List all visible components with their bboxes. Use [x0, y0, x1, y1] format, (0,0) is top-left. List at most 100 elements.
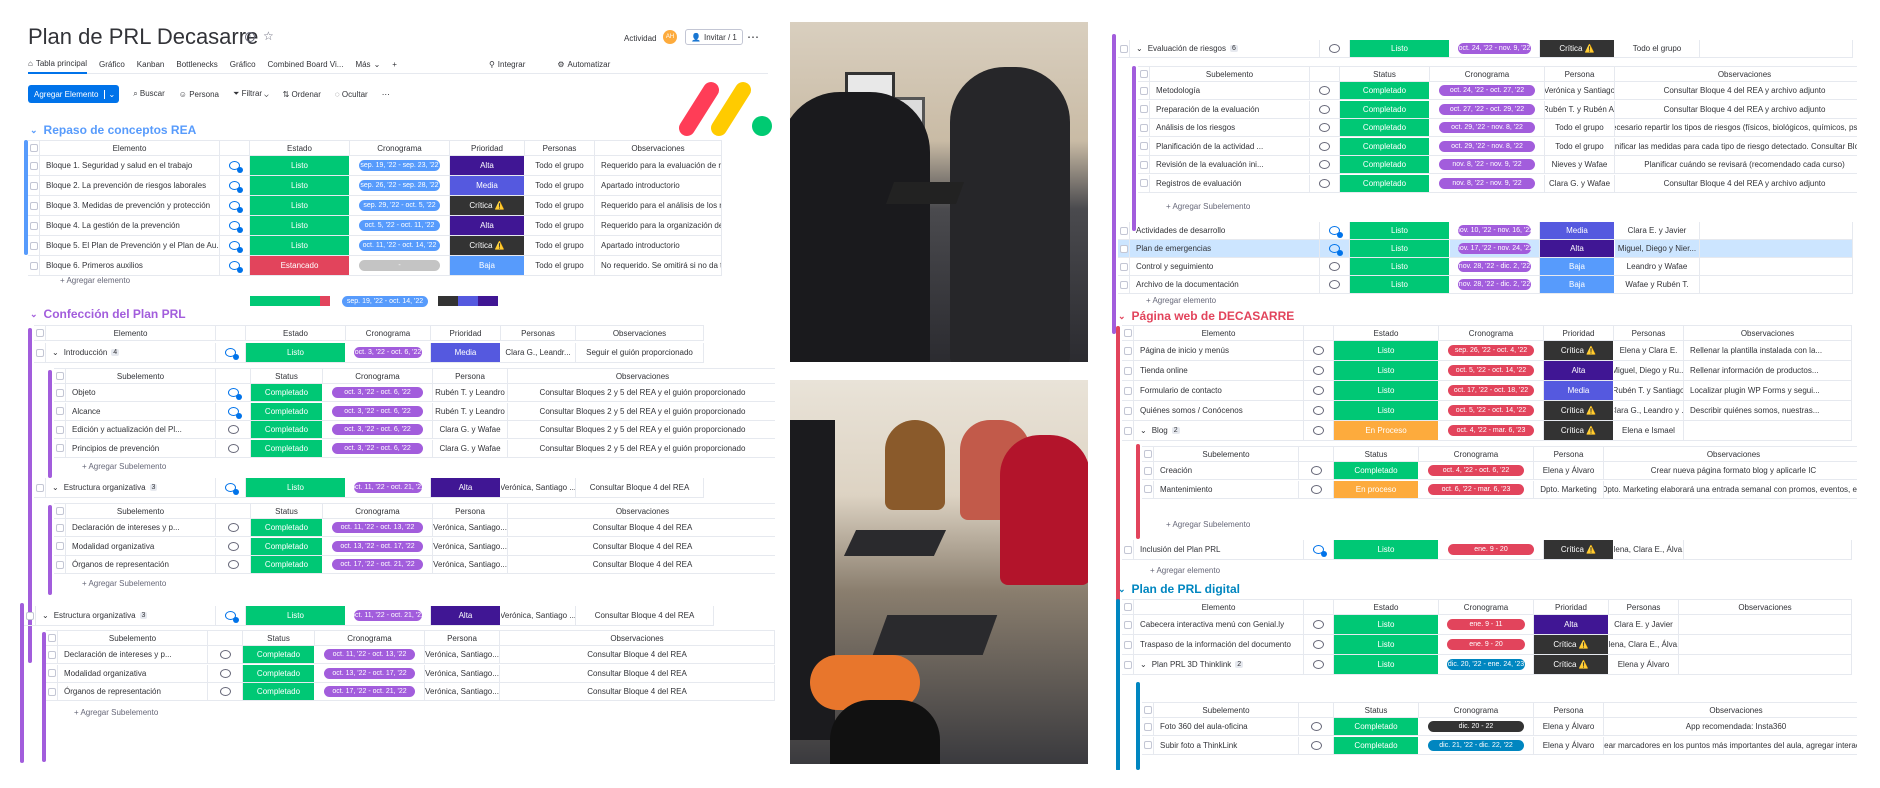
group-header-repaso[interactable]: ⌄ Repaso de conceptos REA [30, 123, 196, 137]
people-cell[interactable]: Todo el grupo [525, 256, 595, 275]
timeline-cell[interactable]: oct. 17, '22 - oct. 18, '22 [1439, 381, 1544, 400]
table-row[interactable]: Página de inicio y menús Listo sep. 26, '2… [1122, 341, 1852, 361]
timeline-cell[interactable]: dic. 20 - 22 [1419, 718, 1534, 735]
row-checkbox[interactable] [34, 343, 46, 362]
group-header-web[interactable]: ⌄ Página web de DECASARRE [1118, 309, 1294, 323]
people-cell[interactable]: Clara G. y Wafae [433, 421, 508, 438]
row-checkbox[interactable] [1142, 736, 1154, 754]
notes-cell[interactable]: Localizar plugin WP Forms y segui... [1684, 381, 1852, 400]
timeline-cell[interactable]: oct. 29, '22 - nov. 8, '22 [1430, 137, 1545, 155]
notes-cell[interactable] [1684, 540, 1852, 559]
checkbox[interactable] [55, 560, 64, 569]
timeline-cell[interactable]: oct. 4, '22 - oct. 6, '22 [1419, 462, 1534, 479]
priority-cell[interactable]: Baja [1540, 258, 1615, 275]
priority-cell[interactable]: Crítica ⚠️ [1540, 40, 1615, 57]
table-row[interactable]: Actividades de desarrollo Listo nov. 10, '… [1118, 222, 1853, 240]
notes-cell[interactable]: Rellenar la plantilla instalada con la..… [1684, 341, 1852, 360]
checkbox[interactable] [1123, 660, 1132, 669]
checkbox[interactable] [1119, 280, 1128, 289]
priority-cell[interactable]: Crítica ⚠️ [1544, 341, 1614, 360]
item-name-cell[interactable]: Tienda online [1134, 361, 1304, 380]
subitem-row[interactable]: Metodología Completado oct. 24, '22 - oct.… [1138, 82, 1857, 100]
item-name-cell[interactable]: Plan de emergencias [1130, 240, 1320, 257]
people-cell[interactable]: Nieves y Wafae [1545, 156, 1615, 173]
item-name-cell[interactable]: Cabecera interactiva menú con Genial.ly [1134, 615, 1304, 634]
subitem-row[interactable]: Declaración de intereses y p... Completad… [46, 646, 775, 664]
item-name-cell[interactable]: ⌄ Plan PRL 3D Thinklink 2 [1134, 655, 1304, 674]
tab-more[interactable]: Más ⌄ [355, 60, 380, 69]
people-cell[interactable]: Todo el grupo [1615, 40, 1700, 57]
item-name-cell[interactable]: ⌄ Estructura organizativa 3 [46, 478, 216, 497]
people-cell[interactable]: Verónica, Santiago... [425, 683, 500, 700]
timeline-cell[interactable]: oct. 17, '22 - oct. 21, '22 [315, 683, 425, 700]
conversation-button[interactable] [1304, 381, 1334, 400]
conversation-button[interactable] [1304, 635, 1334, 654]
table-row[interactable]: Bloque 5. El Plan de Prevención y el Pla… [28, 236, 722, 256]
chevron-down-icon[interactable]: ⌄ [1140, 426, 1147, 435]
timeline-cell[interactable]: oct. 29, '22 - nov. 8, '22 [1430, 119, 1545, 136]
timeline-cell[interactable]: oct. 11, '22 - oct. 21, '22 [346, 606, 431, 625]
subitem-row[interactable]: Planificación de la actividad ... Complet… [1138, 137, 1857, 156]
people-cell[interactable]: Todo el grupo [1545, 137, 1615, 155]
conversation-button[interactable] [1304, 615, 1334, 634]
item-name-cell[interactable]: Foto 360 del aula-oficina [1154, 718, 1299, 735]
table-row[interactable]: Tienda online Listo oct. 5, '22 - oct. 14,… [1122, 361, 1852, 381]
row-checkbox[interactable] [28, 236, 40, 255]
chevron-down-icon[interactable]: ⌄ [1118, 311, 1126, 322]
people-cell[interactable]: Clara G., Leandro y ... [1614, 401, 1684, 420]
conversation-button[interactable] [216, 606, 246, 625]
conversation-button[interactable] [1310, 174, 1340, 192]
priority-cell[interactable]: Alta [431, 606, 501, 625]
notes-cell[interactable] [1679, 655, 1852, 674]
conversation-button[interactable] [1304, 361, 1334, 380]
notes-cell[interactable]: Consultar Bloque 4 del REA [500, 646, 775, 663]
table-row[interactable]: Quiénes somos / Conócenos Listo oct. 5, '2… [1122, 401, 1852, 421]
notes-cell[interactable]: Dpto. Marketing elaborará una entrada se… [1604, 481, 1857, 498]
priority-cell[interactable]: Crítica ⚠️ [1544, 421, 1614, 440]
automate-button[interactable]: ⚙ Automatizar [557, 60, 610, 69]
priority-cell[interactable]: Media [431, 343, 501, 362]
chevron-down-icon[interactable]: ⌄ [52, 348, 59, 357]
status-cell[interactable]: Listo [1334, 341, 1439, 360]
checkbox[interactable] [47, 634, 56, 642]
conversation-button[interactable] [220, 196, 250, 215]
table-row[interactable]: ⌄ Evaluación de riesgos 6 Listo oct. 24, '22… [1118, 40, 1853, 58]
chevron-down-icon[interactable]: ⌄ [52, 483, 59, 492]
people-cell[interactable]: Miguel, Diego y Nier... [1615, 240, 1700, 257]
people-cell[interactable]: Todo el grupo [525, 236, 595, 255]
checkbox[interactable] [55, 388, 64, 397]
people-cell[interactable]: Todo el grupo [525, 196, 595, 215]
checkbox[interactable] [29, 241, 38, 250]
notes-cell[interactable]: Consultar Bloque 4 del REA y archivo adj… [1615, 82, 1857, 99]
status-cell[interactable]: Listo [250, 196, 350, 215]
timeline-cell[interactable]: oct. 11, '22 - oct. 21, '22 [346, 478, 431, 497]
people-cell[interactable]: Clara G., Leandr... [501, 343, 576, 362]
avatar[interactable]: AH [663, 30, 677, 44]
checkbox[interactable] [47, 687, 56, 696]
star-icon[interactable]: ☆ [263, 29, 274, 43]
add-subitem-row[interactable]: + Agregar Subelemento [1166, 520, 1250, 529]
invite-button[interactable]: 👤 Invitar / 1 [685, 29, 743, 45]
tab-combined-board[interactable]: Combined Board Vi... [268, 60, 344, 69]
checkbox[interactable] [1123, 406, 1132, 415]
notes-cell[interactable]: Consultar Bloques 2 y 5 del REA y el gui… [508, 384, 775, 401]
status-cell[interactable]: Listo [1350, 40, 1450, 57]
subitem-status-cell[interactable]: Completado [1334, 718, 1419, 735]
tab-chart-2[interactable]: Gráfico [230, 60, 256, 69]
subitem-status-cell[interactable]: Completado [251, 421, 323, 438]
notes-cell[interactable] [1679, 635, 1852, 654]
table-row[interactable]: Cabecera interactiva menú con Genial.ly L… [1122, 615, 1852, 635]
conversation-button[interactable] [1304, 401, 1334, 420]
chevron-down-icon[interactable]: ⌄ [42, 611, 49, 620]
checkbox[interactable] [29, 181, 38, 190]
checkbox[interactable] [1123, 329, 1132, 337]
table-row[interactable]: Bloque 4. La gestión de la prevención Lis… [28, 216, 722, 236]
people-cell[interactable]: Verónica, Santiago ... [501, 478, 576, 497]
table-row[interactable]: Bloque 1. Seguridad y salud en el trabaj… [28, 156, 722, 176]
notes-cell[interactable]: Necesario repartir los tipos de riesgos … [1615, 119, 1857, 136]
priority-cell[interactable]: Alta [1540, 240, 1615, 257]
people-cell[interactable]: Elena y Álvaro [1534, 718, 1604, 735]
conversation-button[interactable] [220, 256, 250, 275]
notes-cell[interactable] [1700, 258, 1853, 275]
conversation-button[interactable] [1320, 222, 1350, 239]
